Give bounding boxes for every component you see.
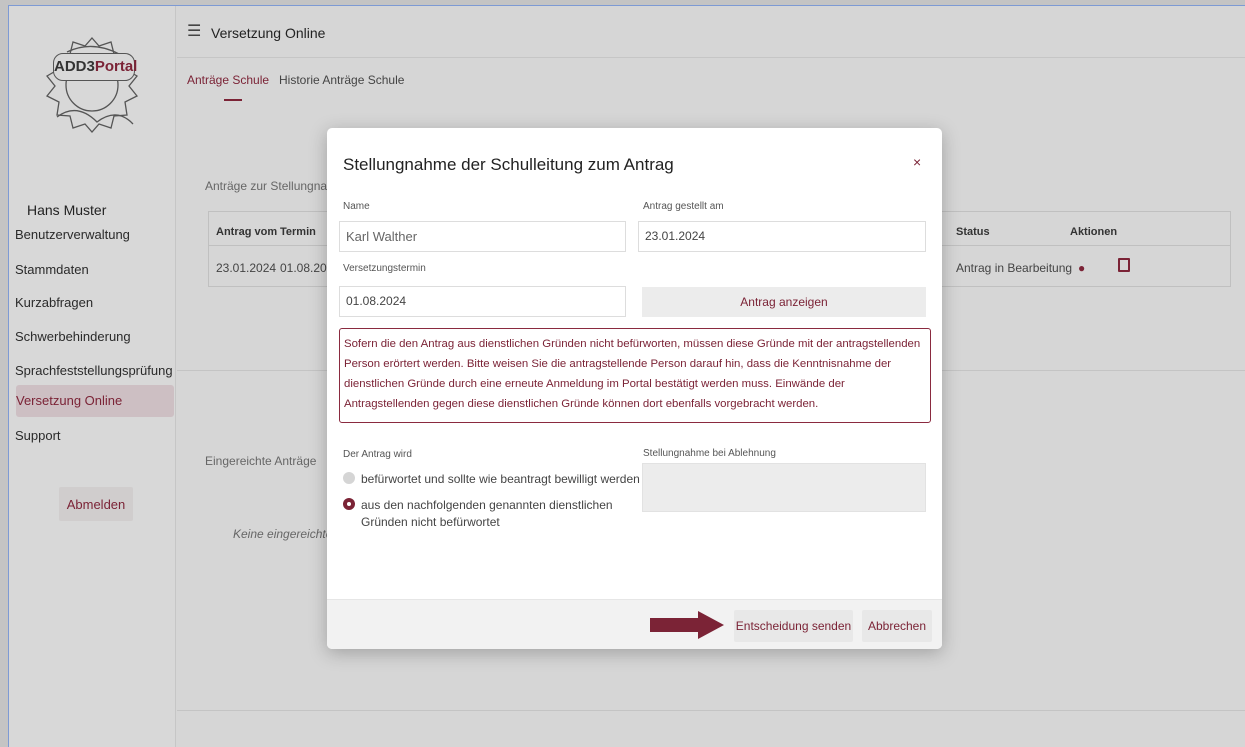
tab-historie-antraege-schule[interactable]: Historie Anträge Schule xyxy=(279,73,404,87)
radio-checked-icon[interactable] xyxy=(343,498,355,510)
send-decision-button[interactable]: Entscheidung senden xyxy=(734,610,853,642)
table-cell-antrag-vom: 23.01.2024 xyxy=(216,261,277,275)
table-header-status: Status xyxy=(956,226,990,238)
close-icon[interactable]: × xyxy=(913,154,921,170)
rejection-textarea[interactable] xyxy=(642,463,926,512)
decision-label: Der Antrag wird xyxy=(343,449,412,460)
sidebar-item-stammdaten[interactable]: Stammdaten xyxy=(9,254,167,286)
show-application-button[interactable]: Antrag anzeigen xyxy=(642,287,926,317)
table-header-aktionen: Aktionen xyxy=(1070,226,1118,238)
user-name: Hans Muster xyxy=(27,202,107,218)
name-label: Name xyxy=(343,201,370,212)
section-title-stellungnahme: Anträge zur Stellungnahm xyxy=(205,179,344,193)
sidebar-item-sprachfeststellungspruefung[interactable]: Sprachfeststellungsprüfung xyxy=(9,355,173,387)
section-title-eingereicht: Eingereichte Anträge xyxy=(205,454,317,468)
tab-bar: Anträge Schule Historie Anträge Schule xyxy=(177,58,1245,102)
table-cell-status: Antrag in Bearbeitung xyxy=(956,261,1073,275)
table-header-termin: Termin xyxy=(280,226,316,238)
sidebar-item-kurzabfragen[interactable]: Kurzabfragen xyxy=(9,287,167,319)
view-eye-icon[interactable]: ● xyxy=(1078,261,1085,275)
logout-button[interactable]: Abmelden xyxy=(59,487,133,521)
termin-field[interactable]: 01.08.2024 xyxy=(339,286,626,317)
date-field[interactable]: 23.01.2024 xyxy=(638,221,926,252)
section-divider-bottom xyxy=(177,710,1245,711)
edit-icon[interactable] xyxy=(1118,258,1130,272)
empty-state-text: Keine eingereichten xyxy=(233,527,340,541)
top-bar: ☰ Versetzung Online xyxy=(177,6,1245,58)
rejection-label: Stellungnahme bei Ablehnung xyxy=(643,448,776,459)
modal-title: Stellungnahme der Schulleitung zum Antra… xyxy=(343,155,674,174)
cancel-button[interactable]: Abbrechen xyxy=(862,610,932,642)
date-label: Antrag gestellt am xyxy=(643,201,724,212)
gear-logo-icon xyxy=(45,37,139,133)
radio-unchecked-icon[interactable] xyxy=(343,472,355,484)
logo-suffix: Portal xyxy=(94,58,138,75)
name-field[interactable]: Karl Walther xyxy=(339,221,626,252)
sidebar-item-benutzerverwaltung[interactable]: Benutzerverwaltung xyxy=(9,219,167,251)
app-title: Versetzung Online xyxy=(211,25,326,41)
radio-option-approve-label: befürwortet und sollte wie beantragt bew… xyxy=(361,472,640,486)
sidebar-item-versetzung-online[interactable]: Versetzung Online xyxy=(16,385,174,417)
radio-option-reject-label-1: aus den nachfolgenden genannten dienstli… xyxy=(361,498,613,512)
termin-label: Versetzungstermin xyxy=(343,263,426,274)
arrow-right-icon xyxy=(650,611,724,639)
active-tab-indicator xyxy=(224,99,242,101)
tab-antraege-schule[interactable]: Anträge Schule xyxy=(187,73,269,87)
radio-option-reject-label-2: Gründen nicht befürwortet xyxy=(361,515,500,529)
modal-footer: Entscheidung senden Abbrechen xyxy=(327,599,942,649)
table-header-antrag-vom: Antrag vom xyxy=(216,226,278,238)
logo-prefix: ADD3 xyxy=(54,58,95,75)
sidebar-item-schwerbehinderung[interactable]: Schwerbehinderung xyxy=(9,321,167,353)
hamburger-menu-icon[interactable]: ☰ xyxy=(187,21,201,41)
statement-modal: Stellungnahme der Schulleitung zum Antra… xyxy=(327,128,942,649)
notice-box: Sofern die den Antrag aus dienstlichen G… xyxy=(339,328,931,423)
sidebar: ADD3Portal Hans Muster Benutzerverwaltun… xyxy=(9,6,176,747)
logo-text: ADD3Portal xyxy=(53,53,138,81)
sidebar-item-support[interactable]: Support xyxy=(9,420,167,452)
